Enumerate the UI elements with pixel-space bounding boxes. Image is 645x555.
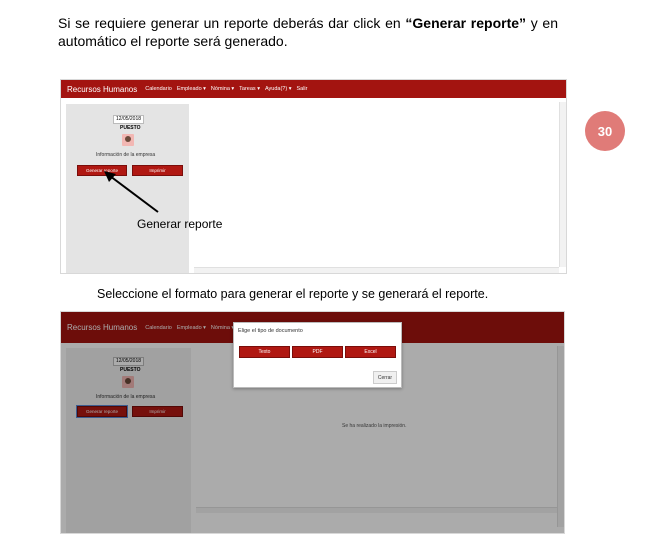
intro-paragraph: Si se requiere generar un reporte deberá… bbox=[58, 14, 558, 50]
nav-tareas[interactable]: Tareas ▾ bbox=[239, 86, 260, 92]
format-pdf-button[interactable]: PDF bbox=[292, 346, 343, 358]
vertical-scrollbar[interactable] bbox=[559, 102, 566, 267]
callout-label: Generar reporte bbox=[137, 217, 223, 231]
nav-calendario[interactable]: Calendario bbox=[145, 86, 172, 92]
brand[interactable]: Recursos Humanos bbox=[67, 85, 137, 94]
company-info-label: Información de la empresa bbox=[96, 152, 156, 158]
avatar bbox=[122, 134, 134, 146]
horizontal-scrollbar[interactable] bbox=[194, 267, 559, 273]
format-texto-button[interactable]: Texto bbox=[239, 346, 290, 358]
nav-salir[interactable]: Salir bbox=[296, 86, 307, 92]
format-excel-button[interactable]: Excel bbox=[345, 346, 396, 358]
screenshot-format-dialog: Recursos Humanos Calendario Empleado ▾ N… bbox=[60, 311, 565, 534]
navbar: Recursos Humanos Calendario Empleado ▾ N… bbox=[61, 80, 566, 98]
dialog-title: Elige el tipo de documento bbox=[238, 328, 303, 334]
intro-bold-text: “Generar reporte” bbox=[405, 15, 527, 31]
document-type-dialog: Elige el tipo de documento Texto PDF Exc… bbox=[233, 322, 402, 388]
nav-nomina[interactable]: Nómina ▾ bbox=[211, 86, 234, 92]
position-label: PUESTO bbox=[120, 125, 141, 131]
nav-empleado[interactable]: Empleado ▾ bbox=[177, 86, 206, 92]
caption-format: Seleccione el formato para generar el re… bbox=[97, 287, 489, 301]
nav-ayuda[interactable]: Ayuda(?) ▾ bbox=[265, 86, 292, 92]
arrow-icon bbox=[104, 171, 159, 213]
intro-text-before: Si se requiere generar un reporte deberá… bbox=[58, 15, 406, 31]
close-dialog-button[interactable]: Cerrar bbox=[373, 371, 397, 384]
date-field[interactable]: 12/05/2018 bbox=[113, 115, 145, 124]
page-number-badge: 30 bbox=[585, 111, 625, 151]
